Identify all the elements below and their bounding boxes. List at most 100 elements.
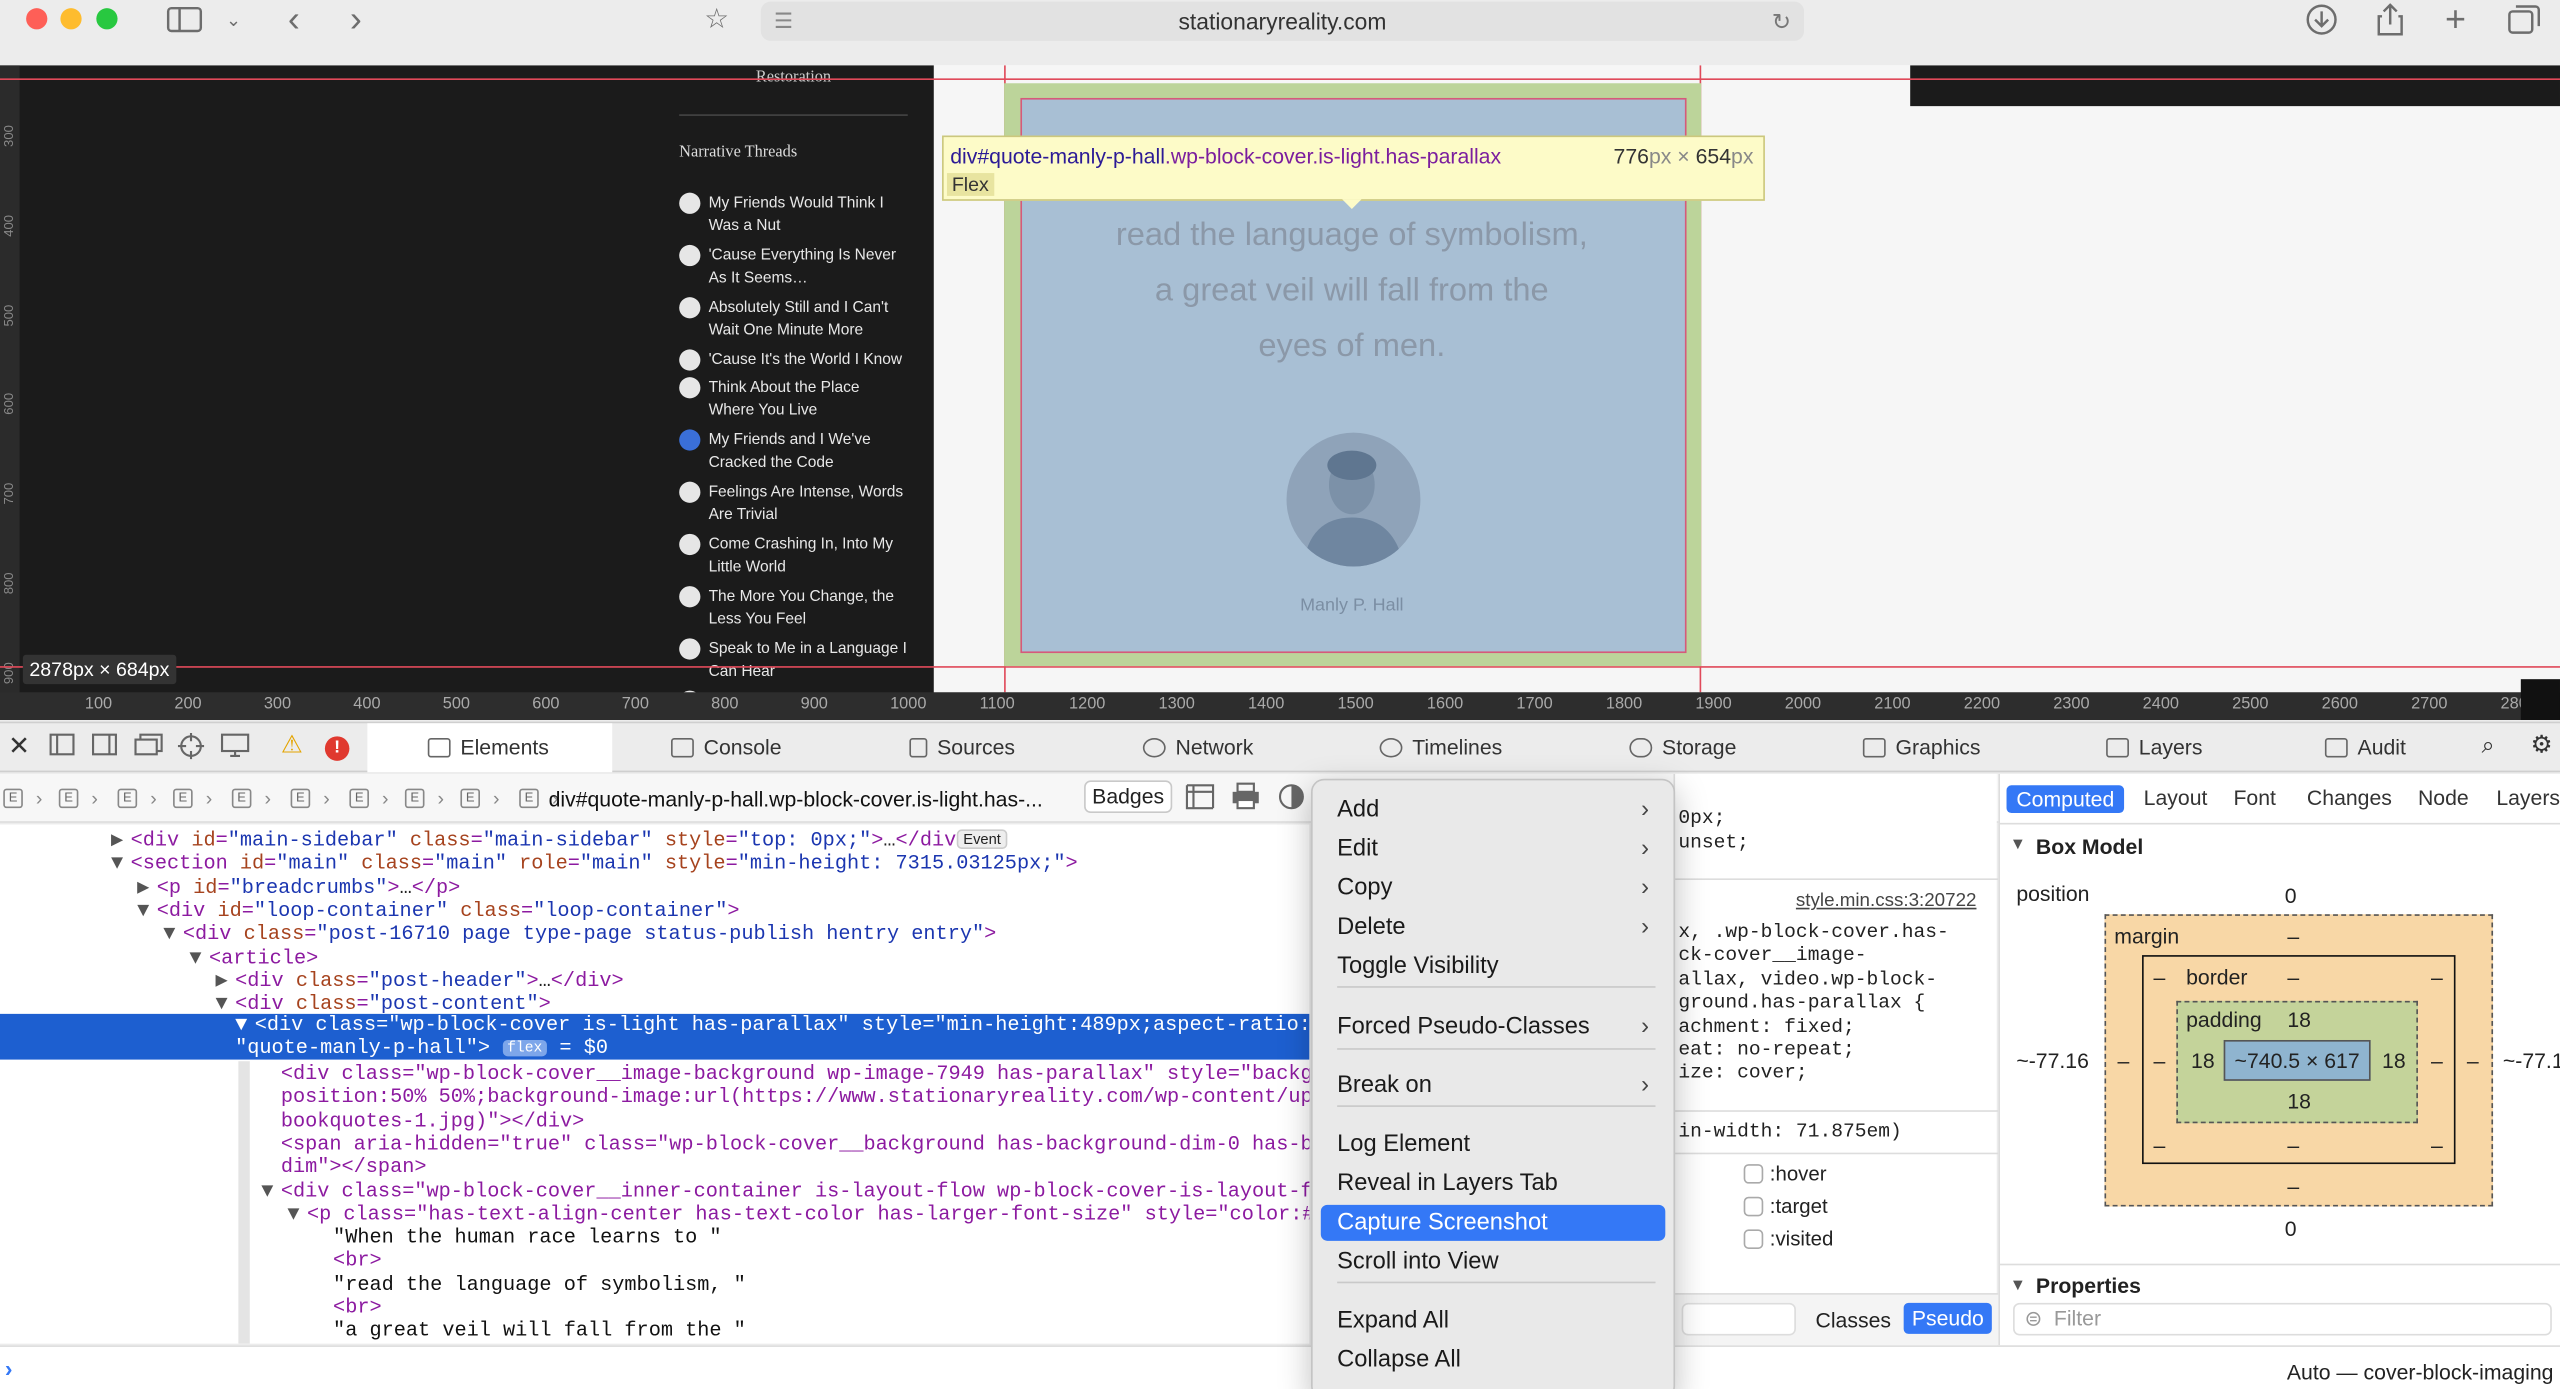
menu-item-add[interactable]: Add ›	[1321, 792, 1665, 828]
dom-node-line[interactable]: position:50% 50%;background-image:url(ht…	[281, 1086, 1310, 1109]
tab-overview-icon[interactable]	[2504, 2, 2543, 38]
tab-changes[interactable]: Changes	[2307, 785, 2392, 809]
menu-item-edit[interactable]: Edit ›	[1321, 831, 1665, 867]
menu-item-scroll-into-view[interactable]: Scroll into View	[1321, 1244, 1665, 1280]
badges-button[interactable]: Badges	[1084, 780, 1173, 814]
selected-node-line[interactable]: ▼ <div class="wp-block-cover is-light has…	[235, 1014, 1309, 1037]
dom-node-line[interactable]: <span aria-hidden="true" class="wp-block…	[281, 1133, 1310, 1156]
sidebar-item[interactable]: My Friends and I We've Cracked the Code	[679, 429, 924, 475]
tab-node[interactable]: Node	[2418, 785, 2469, 809]
print-icon[interactable]	[1231, 782, 1260, 818]
tab-graphics[interactable]: Graphics	[1862, 735, 1980, 759]
download-icon[interactable]	[2302, 2, 2341, 38]
disclosure-triangle-icon[interactable]: ▼	[2010, 836, 2026, 854]
classes-button[interactable]: Classes	[1816, 1308, 1892, 1332]
execution-context-selector[interactable]: Auto — cover-block-imaging	[2287, 1360, 2554, 1384]
star-icon[interactable]: ☆	[699, 2, 735, 38]
search-icon[interactable]: ⌕	[2482, 731, 2495, 759]
menu-item-copy[interactable]: Copy ›	[1321, 870, 1665, 906]
dock-side-icon[interactable]	[91, 733, 117, 761]
element-picker-icon[interactable]	[176, 731, 205, 765]
style-source-link[interactable]: style.min.css:3:20722	[1796, 891, 1977, 911]
new-tab-icon[interactable]: +	[2436, 0, 2475, 39]
reload-icon[interactable]: ↻	[1772, 2, 1791, 41]
collapse-triangle-icon[interactable]: ▼	[163, 923, 183, 946]
dom-node-line[interactable]: ▶ <div class="post-header">…</div>	[216, 969, 624, 992]
radio-icon[interactable]	[679, 481, 701, 503]
device-icon[interactable]	[220, 733, 250, 762]
dom-node-line[interactable]: <br>	[333, 1296, 382, 1319]
selected-node-line-2[interactable]: "quote-manly-p-hall"> flex = $0	[235, 1037, 608, 1060]
radio-selected-icon[interactable]	[679, 429, 701, 451]
checkbox[interactable]	[1743, 1164, 1764, 1184]
warning-icon[interactable]: ⚠	[281, 730, 303, 759]
tab-layout[interactable]: Layout	[2144, 785, 2208, 809]
dom-node-line[interactable]: ▶ <p id="breadcrumbs">…</p>	[137, 876, 460, 899]
radio-icon[interactable]	[679, 297, 701, 319]
dom-node-line[interactable]: "a great veil will fall from the "	[333, 1320, 746, 1343]
element-node-icon[interactable]: E	[290, 788, 311, 809]
sidebar-toggle-icon[interactable]	[165, 2, 204, 38]
styles-filter-input[interactable]	[1681, 1302, 1796, 1336]
flex-badge[interactable]: flex	[502, 1039, 548, 1057]
properties-filter-input[interactable]: Filter ⊜	[2013, 1302, 2552, 1336]
collapse-triangle-icon[interactable]: ▼	[216, 993, 236, 1016]
error-icon[interactable]: !	[324, 733, 350, 761]
event-badge[interactable]: Event	[956, 829, 1008, 849]
sidebar-item[interactable]: My Friends Would Think I Was a Nut	[679, 192, 924, 239]
element-node-icon[interactable]: E	[173, 788, 193, 809]
close-devtools-icon[interactable]: ✕	[8, 730, 30, 763]
chevron-down-icon[interactable]: ⌄	[222, 2, 245, 38]
radio-icon[interactable]	[679, 638, 701, 660]
pseudo-class-option[interactable]: :visited	[1743, 1228, 1833, 1251]
radio-icon[interactable]	[679, 377, 701, 399]
tab-network[interactable]: Network	[1142, 735, 1253, 759]
collapse-triangle-icon[interactable]: ▼	[287, 1203, 307, 1226]
breadcrumb-current[interactable]: div#quote-manly-p-hall.wp-block-cover.is…	[549, 787, 1043, 811]
dom-node-line[interactable]: ▼ <div id="loop-container" class="loop-co…	[137, 899, 739, 922]
dom-node-line[interactable]: dim"></span>	[281, 1156, 427, 1179]
menu-item-log-element[interactable]: Log Element	[1321, 1127, 1665, 1163]
gear-icon[interactable]: ⚙	[2531, 730, 2553, 759]
menu-item-break-on[interactable]: Break on ›	[1321, 1068, 1665, 1104]
pseudo-button[interactable]: Pseudo	[1903, 1302, 1992, 1334]
address-bar[interactable]: ☰ stationaryreality.com ↻	[760, 1, 1805, 41]
dom-node-line[interactable]: <br>	[333, 1250, 382, 1273]
minimize-window-button[interactable]	[60, 8, 82, 30]
sidebar-item[interactable]: Think About the Place Where You Live	[679, 377, 924, 423]
expand-triangle-icon[interactable]: ▶	[137, 876, 157, 899]
radio-icon[interactable]	[679, 349, 701, 371]
element-node-icon[interactable]: E	[519, 788, 539, 809]
collapse-triangle-icon[interactable]: ▼	[111, 853, 131, 876]
back-button[interactable]: ‹	[278, 0, 311, 39]
share-icon[interactable]	[2371, 2, 2410, 38]
expand-triangle-icon[interactable]: ▶	[111, 829, 131, 852]
dom-node-line[interactable]: ▼ <div class="post-16710 page type-page s…	[163, 923, 996, 946]
menu-item-toggle-visibility[interactable]: Toggle Visibility	[1321, 949, 1665, 985]
sidebar-item[interactable]: Come Crashing In, Into My Little World	[679, 533, 924, 580]
menu-item-reveal-in-layers-tab[interactable]: Reveal in Layers Tab	[1321, 1166, 1665, 1202]
pseudo-class-option[interactable]: :target	[1743, 1195, 1828, 1218]
dom-node-line[interactable]: ▼ <p class="has-text-align-center has-tex…	[287, 1203, 1309, 1226]
sidebar-item[interactable]: The More You Change, the Less You Feel	[679, 586, 924, 632]
collapse-triangle-icon[interactable]: ▼	[189, 946, 209, 969]
element-node-icon[interactable]: E	[231, 788, 252, 809]
radio-icon[interactable]	[679, 244, 701, 267]
tab-timelines[interactable]: Timelines	[1379, 735, 1502, 759]
dom-node-line[interactable]: ▼ <div class="wp-block-cover__inner-conta…	[261, 1180, 1309, 1203]
sidebar-item[interactable]: Speak to Me in a Language I Can Hear	[679, 638, 924, 684]
tab-font[interactable]: Font	[2233, 785, 2275, 809]
dom-node-line[interactable]: ▼ <div class="post-content">	[216, 993, 551, 1016]
dom-tree[interactable]: ▶ <div id="main-sidebar" class="main-side…	[0, 824, 1310, 1344]
expand-triangle-icon[interactable]: ▶	[216, 969, 236, 992]
element-node-icon[interactable]: E	[117, 788, 138, 809]
console-prompt-bar[interactable]: › Auto — cover-block-imaging	[0, 1345, 2560, 1389]
tab-computed[interactable]: Computed	[2006, 785, 2125, 814]
dom-node-line[interactable]: "When the human race learns to "	[333, 1226, 721, 1249]
element-node-icon[interactable]: E	[404, 788, 425, 809]
dom-node-line[interactable]: bookquotes-1.jpg)"></div>	[281, 1110, 584, 1133]
tab-layers[interactable]: Layers	[2106, 735, 2202, 759]
tab-elements-label[interactable]: Elements	[427, 735, 549, 759]
sidebar-item[interactable]: 'Cause Everything Is Never As It Seems…	[679, 244, 924, 291]
tab-sources[interactable]: Sources	[909, 735, 1015, 759]
